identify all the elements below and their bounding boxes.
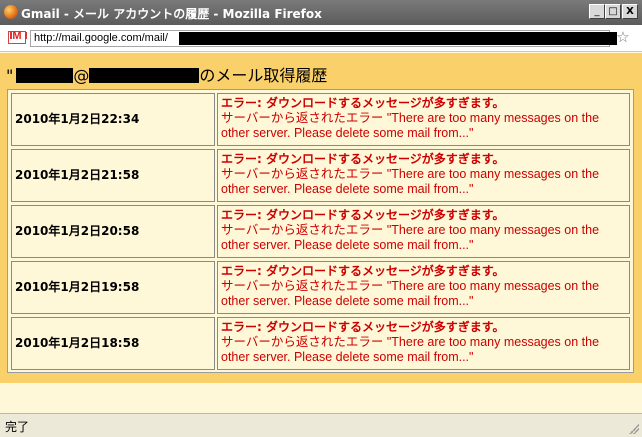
- page-bottom-area: [0, 383, 642, 411]
- date-cell: 2010年1月2日18:58: [11, 317, 215, 370]
- error-title: エラー: ダウンロードするメッセージが多すぎます。: [221, 96, 505, 110]
- message-cell: エラー: ダウンロードするメッセージが多すぎます。 サーバーから返されたエラー …: [217, 149, 630, 202]
- redacted-url-block: [179, 32, 617, 45]
- message-cell: エラー: ダウンロードするメッセージが多すぎます。 サーバーから返されたエラー …: [217, 261, 630, 314]
- heading-quote: ": [6, 66, 14, 85]
- message-cell: エラー: ダウンロードするメッセージが多すぎます。 サーバーから返されたエラー …: [217, 317, 630, 370]
- page-title: " @ のメール取得履歴: [6, 62, 327, 86]
- date-cell: 2010年1月2日22:34: [11, 93, 215, 146]
- error-title: エラー: ダウンロードするメッセージが多すぎます。: [221, 208, 505, 222]
- history-table: 2010年1月2日22:34 エラー: ダウンロードするメッセージが多すぎます。…: [7, 89, 634, 373]
- location-bar: M http://mail.google.com/mail/ ☆: [0, 25, 642, 52]
- redacted-username: [16, 68, 74, 83]
- heading-at: @: [73, 66, 90, 85]
- maximize-button[interactable]: □: [605, 4, 621, 19]
- window-title: Gmail - メール アカウントの履歴 - Mozilla Firefox: [21, 7, 322, 21]
- date-cell: 2010年1月2日21:58: [11, 149, 215, 202]
- bookmark-star-icon[interactable]: ☆: [614, 28, 632, 46]
- table-row: 2010年1月2日21:58 エラー: ダウンロードするメッセージが多すぎます。…: [11, 149, 630, 202]
- message-cell: エラー: ダウンロードするメッセージが多すぎます。 サーバーから返されたエラー …: [217, 205, 630, 258]
- error-body: サーバーから返されたエラー "There are too many messag…: [221, 111, 600, 140]
- page-content: " @ のメール取得履歴 2010年1月2日22:34 エラー: ダウンロードするメ…: [0, 53, 642, 383]
- gmail-favicon-icon: M: [8, 30, 26, 44]
- message-cell: エラー: ダウンロードするメッセージが多すぎます。 サーバーから返されたエラー …: [217, 93, 630, 146]
- error-body: サーバーから返されたエラー "There are too many messag…: [221, 335, 600, 364]
- status-bar: 完了: [0, 413, 642, 437]
- error-title: エラー: ダウンロードするメッセージが多すぎます。: [221, 320, 505, 334]
- error-body: サーバーから返されたエラー "There are too many messag…: [221, 167, 600, 196]
- error-title: エラー: ダウンロードするメッセージが多すぎます。: [221, 264, 505, 278]
- minimize-button[interactable]: _: [589, 4, 605, 19]
- table-row: 2010年1月2日20:58 エラー: ダウンロードするメッセージが多すぎます。…: [11, 205, 630, 258]
- redacted-domain: [89, 68, 200, 83]
- url-text: http://mail.google.com/mail/: [34, 32, 168, 44]
- table-row: 2010年1月2日18:58 エラー: ダウンロードするメッセージが多すぎます。…: [11, 317, 630, 370]
- table-row: 2010年1月2日22:34 エラー: ダウンロードするメッセージが多すぎます。…: [11, 93, 630, 146]
- error-title: エラー: ダウンロードするメッセージが多すぎます。: [221, 152, 505, 166]
- resize-grip-icon[interactable]: [629, 424, 639, 434]
- error-body: サーバーから返されたエラー "There are too many messag…: [221, 279, 600, 308]
- date-cell: 2010年1月2日20:58: [11, 205, 215, 258]
- url-input[interactable]: http://mail.google.com/mail/: [30, 30, 617, 47]
- date-cell: 2010年1月2日19:58: [11, 261, 215, 314]
- status-text: 完了: [5, 420, 30, 434]
- close-button[interactable]: X: [622, 4, 638, 19]
- heading-suffix: のメール取得履歴: [199, 66, 328, 85]
- window-title-bar[interactable]: Gmail - メール アカウントの履歴 - Mozilla Firefox _…: [0, 0, 642, 25]
- table-row: 2010年1月2日19:58 エラー: ダウンロードするメッセージが多すぎます。…: [11, 261, 630, 314]
- firefox-icon: [4, 5, 18, 19]
- error-body: サーバーから返されたエラー "There are too many messag…: [221, 223, 600, 252]
